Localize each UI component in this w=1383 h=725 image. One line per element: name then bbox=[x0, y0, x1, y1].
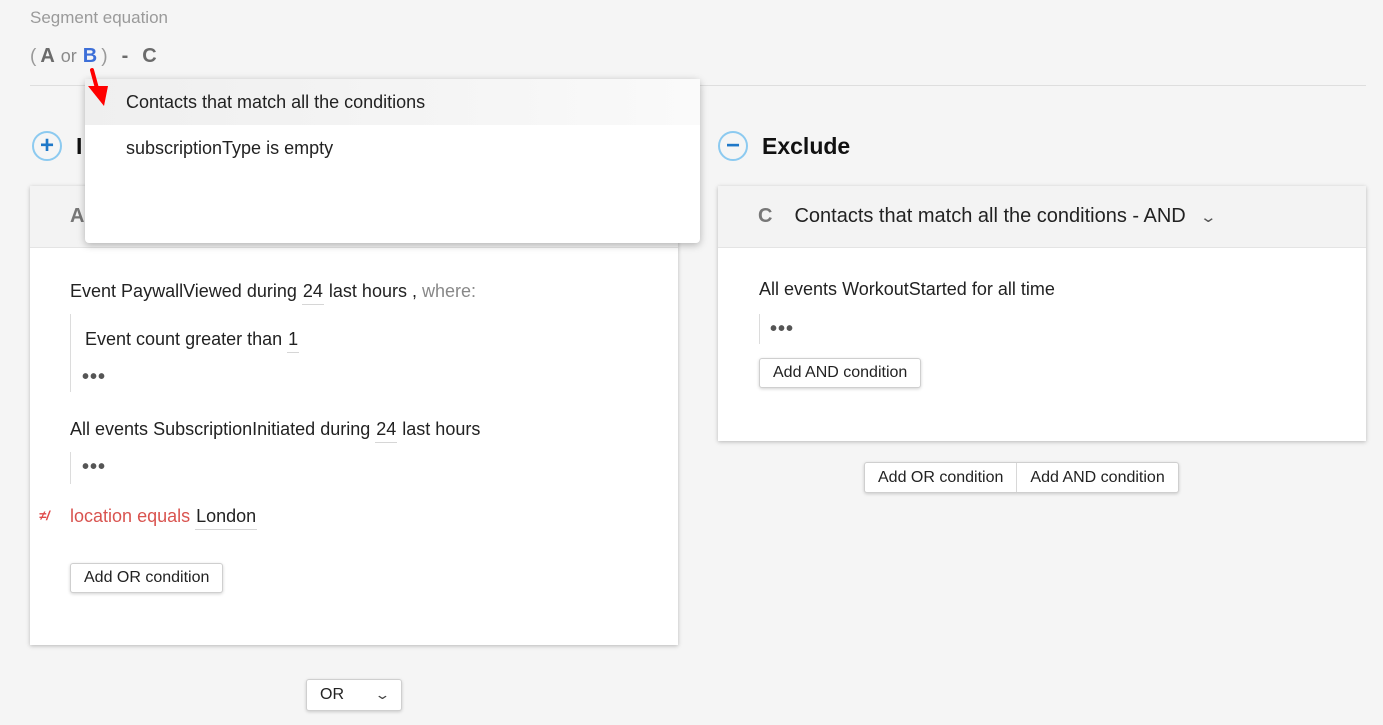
condition-workout-started[interactable]: All events WorkoutStarted for all time bbox=[759, 279, 1055, 300]
condition-prefix: All events bbox=[70, 419, 149, 439]
equation-operator-minus: - bbox=[121, 45, 129, 67]
time-value[interactable]: 24 bbox=[375, 419, 398, 443]
sub-operator[interactable]: greater than bbox=[185, 329, 282, 349]
dropdown-item-match-all[interactable]: Contacts that match all the conditions bbox=[85, 79, 700, 125]
condition-event-count[interactable]: Event count greater than 1 bbox=[85, 329, 300, 353]
equation-operator-or[interactable]: or bbox=[61, 46, 77, 67]
equation-token-b[interactable]: B bbox=[83, 45, 97, 68]
field-value[interactable]: London bbox=[195, 506, 258, 530]
time-unit[interactable]: last hours bbox=[329, 281, 407, 301]
segment-b-dropdown: Contacts that match all the conditions s… bbox=[85, 79, 700, 243]
group-combinator-select[interactable]: OR ⌄ bbox=[306, 679, 402, 711]
card-c-letter: C bbox=[758, 205, 773, 227]
condition-paywall-viewed[interactable]: Event PaywallViewed during 24 last hours… bbox=[70, 281, 477, 305]
more-options-icon[interactable]: ••• bbox=[82, 456, 106, 479]
include-section-header: + I bbox=[32, 131, 82, 161]
comma: , bbox=[411, 281, 417, 301]
condition-prefix: Event bbox=[70, 281, 117, 301]
more-options-icon[interactable]: ••• bbox=[82, 366, 106, 389]
sub-value[interactable]: 1 bbox=[287, 329, 300, 353]
segment-equation: ( A or B ) - C bbox=[30, 45, 157, 68]
condition-location[interactable]: location equals London bbox=[70, 506, 258, 530]
chevron-down-icon: ⌄ bbox=[374, 687, 391, 702]
equation-token-a[interactable]: A bbox=[40, 45, 54, 68]
time-unit[interactable]: last hours bbox=[402, 419, 480, 439]
sub-block-line bbox=[70, 452, 71, 484]
time-range[interactable]: for all time bbox=[972, 279, 1055, 299]
combinator-value: OR bbox=[320, 686, 344, 703]
sub-block-line bbox=[759, 314, 760, 344]
condition-subscription-initiated[interactable]: All events SubscriptionInitiated during … bbox=[70, 419, 480, 443]
add-or-condition-button[interactable]: Add OR condition bbox=[70, 563, 224, 593]
equation-open-paren: ( bbox=[30, 46, 37, 67]
event-name[interactable]: PaywallViewed bbox=[121, 281, 242, 301]
card-a-letter: A bbox=[70, 205, 85, 227]
time-operator[interactable]: during bbox=[320, 419, 370, 439]
include-title: I bbox=[76, 132, 83, 159]
field-operator[interactable]: equals bbox=[137, 506, 190, 526]
exclude-title: Exclude bbox=[762, 132, 851, 159]
exclude-add-buttons: Add OR condition Add AND condition bbox=[864, 462, 1179, 493]
chevron-down-icon[interactable]: ⌄ bbox=[1199, 208, 1217, 226]
segment-equation-label: Segment equation bbox=[30, 8, 168, 27]
minus-circle-icon[interactable]: − bbox=[718, 131, 748, 161]
dropdown-item-condition[interactable]: subscriptionType is empty bbox=[85, 125, 700, 171]
add-and-condition-button[interactable]: Add AND condition bbox=[1016, 463, 1177, 492]
field-name[interactable]: location bbox=[70, 506, 132, 526]
event-name[interactable]: WorkoutStarted bbox=[842, 279, 967, 299]
time-operator[interactable]: during bbox=[247, 281, 297, 301]
time-value[interactable]: 24 bbox=[301, 281, 324, 305]
annotation-arrow-icon bbox=[88, 68, 108, 106]
card-c-title: Contacts that match all the conditions -… bbox=[794, 205, 1186, 227]
plus-circle-icon[interactable]: + bbox=[32, 131, 62, 161]
condition-prefix: All events bbox=[759, 279, 838, 299]
exclude-section-header: − Exclude bbox=[718, 131, 850, 161]
sub-field[interactable]: Event count bbox=[85, 329, 180, 349]
add-and-condition-button[interactable]: Add AND condition bbox=[759, 358, 922, 388]
equation-token-c[interactable]: C bbox=[142, 45, 156, 68]
card-c-header[interactable]: C Contacts that match all the conditions… bbox=[718, 186, 1366, 248]
equation-close-paren: ) bbox=[101, 46, 108, 67]
segment-card-c: C Contacts that match all the conditions… bbox=[718, 186, 1366, 441]
more-options-icon[interactable]: ••• bbox=[770, 318, 794, 341]
negation-icon[interactable]: ≠/ bbox=[39, 508, 50, 523]
where-label: where: bbox=[422, 281, 477, 301]
event-name[interactable]: SubscriptionInitiated bbox=[153, 419, 315, 439]
where-sub-block bbox=[70, 314, 71, 392]
segment-card-a: A Event PaywallViewed during 24 last hou… bbox=[30, 186, 678, 645]
add-or-condition-button[interactable]: Add OR condition bbox=[865, 463, 1016, 492]
